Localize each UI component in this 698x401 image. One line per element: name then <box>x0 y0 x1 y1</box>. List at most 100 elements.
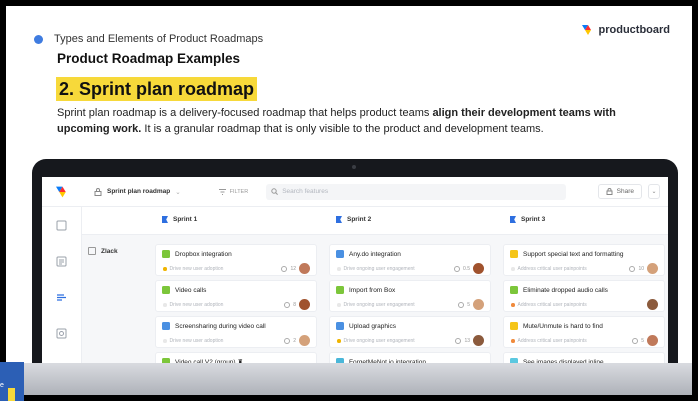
sprint-2-header[interactable]: Sprint 2 <box>336 216 371 223</box>
laptop-base <box>6 363 692 395</box>
filter-label: FILTER <box>229 188 249 195</box>
feature-card[interactable]: Dropbox integration Drive new user adopti… <box>155 244 317 276</box>
objective-dot-icon <box>337 339 341 343</box>
roadmap-icon[interactable] <box>56 292 67 303</box>
feature-card[interactable]: Upload graphics Drive ongoing user engage… <box>329 316 491 348</box>
card-title-row: Eliminate dropped audio calls <box>510 286 658 294</box>
avatar[interactable] <box>647 335 658 346</box>
objective-dot-icon <box>163 267 167 271</box>
corner-text: e <box>0 382 4 389</box>
feature-title: Eliminate dropped audio calls <box>523 286 608 294</box>
card-meta <box>647 299 658 310</box>
search-placeholder: Search features <box>282 188 329 195</box>
avatar[interactable] <box>299 299 310 310</box>
webcam-icon <box>352 165 356 169</box>
objective-label: Drive ongoing user engagement <box>343 266 415 272</box>
slide-description: Sprint plan roadmap is a delivery-focuse… <box>57 106 657 137</box>
status-square-icon <box>336 322 344 330</box>
status-square-icon <box>162 286 170 294</box>
lock-icon <box>606 188 613 195</box>
avatar[interactable] <box>647 263 658 274</box>
effort-value: 0.5 <box>463 265 470 272</box>
inbox-icon[interactable] <box>56 220 67 231</box>
filter-button[interactable]: FILTER <box>218 188 249 195</box>
clock-icon <box>632 337 639 344</box>
app-logo-icon <box>55 186 66 197</box>
status-square-icon <box>510 322 518 330</box>
owner-row-label[interactable]: Zlack <box>88 247 118 255</box>
card-objective: Address critical user painpoints <box>511 338 587 344</box>
card-title-row: Upload graphics <box>336 322 484 330</box>
share-options-button[interactable]: ⌄ <box>648 184 660 199</box>
status-square-icon <box>162 250 170 258</box>
card-meta: 8 <box>284 299 310 310</box>
status-square-icon <box>162 322 170 330</box>
feature-card[interactable]: Import from Box Drive ongoing user engage… <box>329 280 491 312</box>
slide: Types and Elements of Product Roadmaps p… <box>6 6 692 395</box>
list-icon[interactable] <box>56 256 67 267</box>
card-objective: Drive ongoing user engagement <box>337 266 415 272</box>
feature-title: Mute/Unmute is hard to find <box>523 322 603 330</box>
card-objective: Drive new user adoption <box>163 266 223 272</box>
folder-icon <box>88 247 96 255</box>
bullet-dot-icon <box>34 34 43 44</box>
topic-row: Types and Elements of Product Roadmaps <box>34 33 263 45</box>
avatar[interactable] <box>299 263 310 274</box>
status-square-icon <box>336 250 344 258</box>
feature-card[interactable]: Mute/Unmute is hard to find Address criti… <box>503 316 665 348</box>
feature-title: Import from Box <box>349 286 396 294</box>
feature-card[interactable]: Screensharing during video call Drive new… <box>155 316 317 348</box>
objective-dot-icon <box>337 303 341 307</box>
app-logo[interactable] <box>42 177 82 207</box>
sprint-3-header[interactable]: Sprint 3 <box>510 216 545 223</box>
feature-title: Video calls <box>175 286 207 294</box>
card-meta: 5 <box>632 335 658 346</box>
sprint-3-label: Sprint 3 <box>521 216 546 223</box>
feature-card[interactable]: Support special text and formatting Addre… <box>503 244 665 276</box>
objective-label: Drive ongoing user engagement <box>343 338 415 344</box>
slide-subtitle: Product Roadmap Examples <box>57 51 241 66</box>
avatar[interactable] <box>647 299 658 310</box>
topic-title: Types and Elements of Product Roadmaps <box>54 33 264 45</box>
clock-icon <box>454 265 461 272</box>
portal-icon[interactable] <box>56 328 67 339</box>
slide-headline: 2. Sprint plan roadmap <box>56 77 258 101</box>
laptop-frame: Sprint plan roadmap ⌄ FILTER Search feat… <box>32 159 678 395</box>
avatar[interactable] <box>473 263 484 274</box>
feature-card[interactable]: Video calls Drive new user adoption 8 <box>155 280 317 312</box>
breadcrumb-label: Sprint plan roadmap <box>107 188 171 195</box>
objective-dot-icon <box>511 267 515 271</box>
avatar[interactable] <box>473 299 484 310</box>
desc-text-1: Sprint plan roadmap is a delivery-focuse… <box>57 107 433 119</box>
sprint-1-header[interactable]: Sprint 1 <box>162 216 197 223</box>
sprint-1-label: Sprint 1 <box>173 216 198 223</box>
feature-title: Support special text and formatting <box>523 250 624 258</box>
avatar[interactable] <box>299 335 310 346</box>
status-square-icon <box>510 286 518 294</box>
clock-icon <box>458 301 465 308</box>
feature-card[interactable]: Any.do integration Drive ongoing user eng… <box>329 244 491 276</box>
card-title-row: Dropbox integration <box>162 250 310 258</box>
feature-title: Upload graphics <box>349 322 396 330</box>
feature-card[interactable]: Eliminate dropped audio calls Address cri… <box>503 280 665 312</box>
objective-dot-icon <box>163 339 167 343</box>
card-meta: 13 <box>455 335 484 346</box>
card-title-row: Mute/Unmute is hard to find <box>510 322 658 330</box>
sprint-2-label: Sprint 2 <box>347 216 372 223</box>
chevron-down-icon: ⌄ <box>175 188 181 196</box>
roadmap-breadcrumb[interactable]: Sprint plan roadmap ⌄ <box>94 187 181 196</box>
avatar[interactable] <box>473 335 484 346</box>
card-objective: Address critical user painpoints <box>511 302 587 308</box>
card-meta: 0.5 <box>454 263 484 274</box>
objective-label: Address critical user painpoints <box>517 266 587 272</box>
card-objective: Drive new user adoption <box>163 338 223 344</box>
search-input[interactable]: Search features <box>266 183 567 200</box>
flag-icon <box>336 216 342 223</box>
objective-dot-icon <box>511 339 515 343</box>
flag-icon <box>162 216 168 223</box>
card-meta: 2 <box>284 335 310 346</box>
objective-label: Drive new user adoption <box>169 302 224 308</box>
effort-value: 2 <box>293 337 296 344</box>
share-button[interactable]: Share <box>597 184 642 199</box>
effort-value: 5 <box>467 301 470 308</box>
